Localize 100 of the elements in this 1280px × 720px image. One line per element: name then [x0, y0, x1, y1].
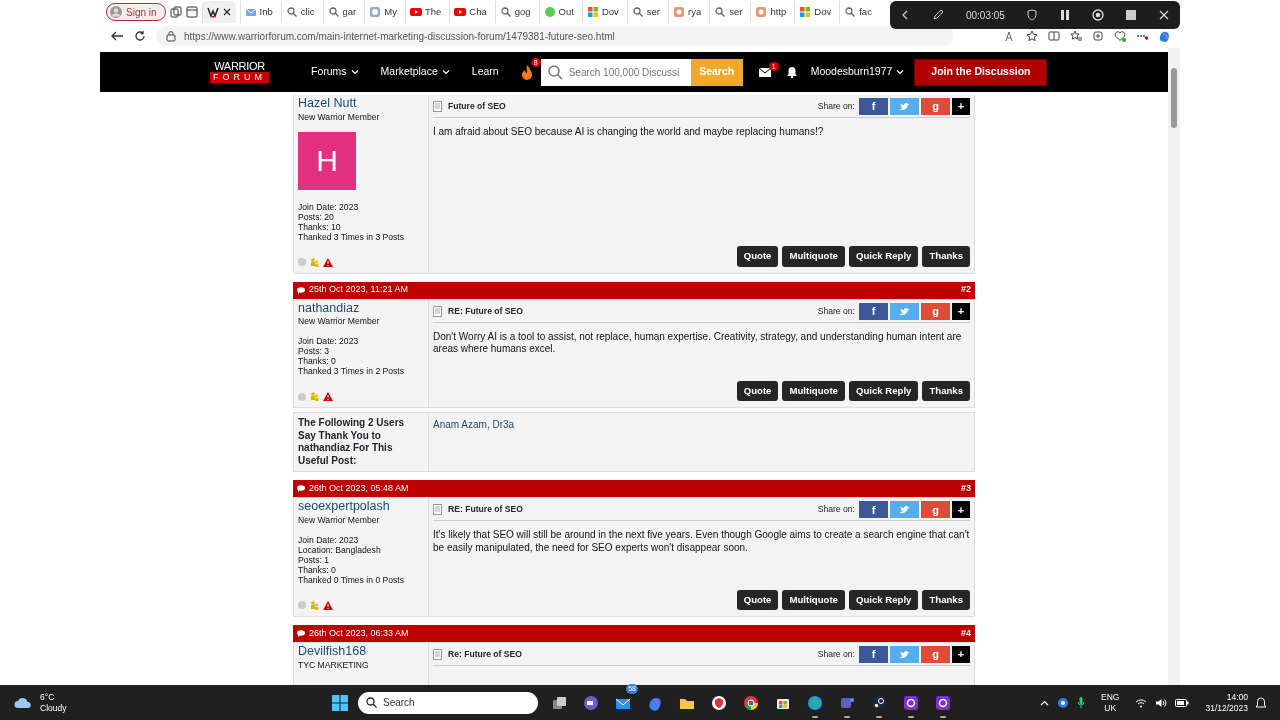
browser-tab[interactable]: ser: [709, 1, 747, 23]
user-menu[interactable]: Moodesburn1977: [810, 64, 905, 80]
edge-icon[interactable]: [807, 694, 823, 711]
search-field[interactable]: Search 100,000 Discussi: [540, 58, 691, 86]
pen-icon[interactable]: [931, 9, 944, 21]
browser-tab[interactable]: gar: [322, 1, 361, 23]
browser-tab[interactable]: [201, 1, 236, 23]
action-button[interactable]: Multiquote: [782, 246, 845, 267]
chevron-left-icon[interactable]: [901, 9, 910, 21]
stop-icon[interactable]: [1126, 10, 1137, 20]
browser-tab[interactable]: Inb: [239, 1, 277, 23]
username-link[interactable]: Hazel Nutt: [298, 97, 424, 111]
action-button[interactable]: Quick Reply: [848, 380, 919, 402]
back-icon[interactable]: [110, 30, 124, 42]
browser-tab[interactable]: clic: [280, 1, 319, 23]
browser-tab[interactable]: Dov: [581, 1, 623, 23]
site-logo[interactable]: WARRIOR: [214, 61, 265, 72]
browser-tab[interactable]: gog: [494, 1, 535, 23]
more-share-button[interactable]: +: [952, 645, 970, 663]
browser-tab[interactable]: Dov: [794, 1, 836, 23]
post-number[interactable]: #2: [961, 283, 971, 297]
browser-tab[interactable]: fac: [839, 1, 876, 23]
task-view-icon[interactable]: [551, 694, 567, 711]
tab-actions-icon[interactable]: [185, 6, 198, 18]
action-button[interactable]: Quote: [736, 246, 779, 267]
browser-tab[interactable]: Out: [538, 1, 578, 23]
taskbar-search[interactable]: Search: [358, 691, 538, 714]
username-link[interactable]: seoexpertpolash: [298, 500, 424, 515]
action-button[interactable]: Thanks: [922, 246, 970, 267]
close-icon[interactable]: [221, 7, 232, 17]
browser-tab[interactable]: rya: [668, 1, 706, 23]
action-button[interactable]: Multiquote: [782, 589, 845, 610]
action-button[interactable]: Quote: [736, 589, 779, 610]
language-indicator[interactable]: ENG UK: [1101, 691, 1120, 714]
favorites-icon[interactable]: [1070, 30, 1082, 42]
copilot-icon[interactable]: [1158, 30, 1170, 42]
windows-icon[interactable]: [332, 694, 348, 711]
post-number[interactable]: #4: [961, 626, 971, 641]
microphone-icon[interactable]: [1077, 696, 1086, 709]
nav-link[interactable]: Marketplace: [380, 64, 450, 80]
post-number[interactable]: #3: [961, 482, 971, 496]
nav-link[interactable]: Learn: [471, 64, 499, 80]
warning-icon[interactable]: [323, 257, 333, 267]
chrome-icon[interactable]: [743, 694, 759, 711]
user-link[interactable]: Dr3a: [492, 419, 515, 431]
bell-icon[interactable]: [1256, 696, 1266, 709]
site-logo[interactable]: FORUM: [210, 72, 269, 83]
action-button[interactable]: Quote: [736, 380, 779, 402]
split-screen-icon[interactable]: [1048, 30, 1060, 42]
username-link[interactable]: nathandiaz: [298, 301, 424, 316]
app-icon[interactable]: [903, 694, 919, 711]
star-icon[interactable]: [1026, 30, 1038, 42]
user-link[interactable]: Anam Azam: [433, 419, 487, 431]
google-share-button[interactable]: g: [921, 302, 950, 320]
app-icon[interactable]: [935, 694, 951, 711]
record-icon[interactable]: [1092, 9, 1104, 21]
collections-icon[interactable]: [1092, 30, 1104, 42]
facebook-share-button[interactable]: f: [859, 645, 888, 663]
action-button[interactable]: Thanks: [922, 589, 970, 610]
browser-tab[interactable]: My: [364, 1, 401, 23]
more-share-button[interactable]: +: [952, 98, 970, 115]
pause-icon[interactable]: [1059, 9, 1070, 21]
action-button[interactable]: Quick Reply: [848, 246, 919, 267]
username-link[interactable]: Devilfish168: [298, 644, 424, 659]
action-button[interactable]: Thanks: [922, 380, 970, 402]
action-button[interactable]: Multiquote: [782, 380, 845, 402]
heart-icon[interactable]: [1114, 30, 1126, 42]
more-share-button[interactable]: +: [952, 501, 970, 519]
facebook-share-button[interactable]: f: [859, 98, 888, 115]
steam-icon[interactable]: [871, 694, 887, 711]
browser-tab[interactable]: http: [750, 1, 791, 23]
browser-tab[interactable]: Cha: [449, 1, 491, 23]
video-call-icon[interactable]: [583, 694, 599, 711]
scrollbar[interactable]: [1168, 48, 1180, 685]
browser-tab[interactable]: The: [404, 1, 446, 23]
speaker-icon[interactable]: [1155, 697, 1168, 708]
wifi-icon[interactable]: [1135, 697, 1148, 708]
facebook-share-button[interactable]: f: [859, 302, 888, 320]
envelope-icon[interactable]: [758, 67, 771, 77]
refresh-icon[interactable]: [134, 30, 146, 42]
address-bar[interactable]: https://www.warriorforum.com/main-internet-marketing-discussion-forum/1479381-future-seo.html: [156, 26, 954, 46]
more-share-button[interactable]: +: [952, 302, 970, 320]
profile-button[interactable]: Sign in: [106, 3, 166, 21]
action-button[interactable]: Quick Reply: [848, 589, 919, 610]
close-icon[interactable]: [1158, 10, 1169, 20]
read-aloud-icon[interactable]: [1004, 30, 1016, 42]
google-share-button[interactable]: g: [921, 645, 950, 663]
shield-icon[interactable]: [711, 694, 727, 711]
app-icon[interactable]: [1057, 696, 1070, 709]
join-button[interactable]: Join the Discussion: [914, 58, 1048, 86]
bell-icon[interactable]: [786, 66, 797, 78]
browser-tab[interactable]: ser: [626, 1, 665, 23]
workspaces-icon[interactable]: [169, 6, 182, 18]
fire-icon[interactable]: [520, 64, 533, 80]
warning-icon[interactable]: [323, 392, 333, 402]
chevron-up-icon[interactable]: [1040, 699, 1050, 706]
clock[interactable]: 14:00 31/12/2023: [1205, 691, 1248, 714]
battery-icon[interactable]: [1175, 698, 1190, 707]
warning-icon[interactable]: [323, 600, 333, 610]
google-share-button[interactable]: g: [921, 501, 950, 519]
